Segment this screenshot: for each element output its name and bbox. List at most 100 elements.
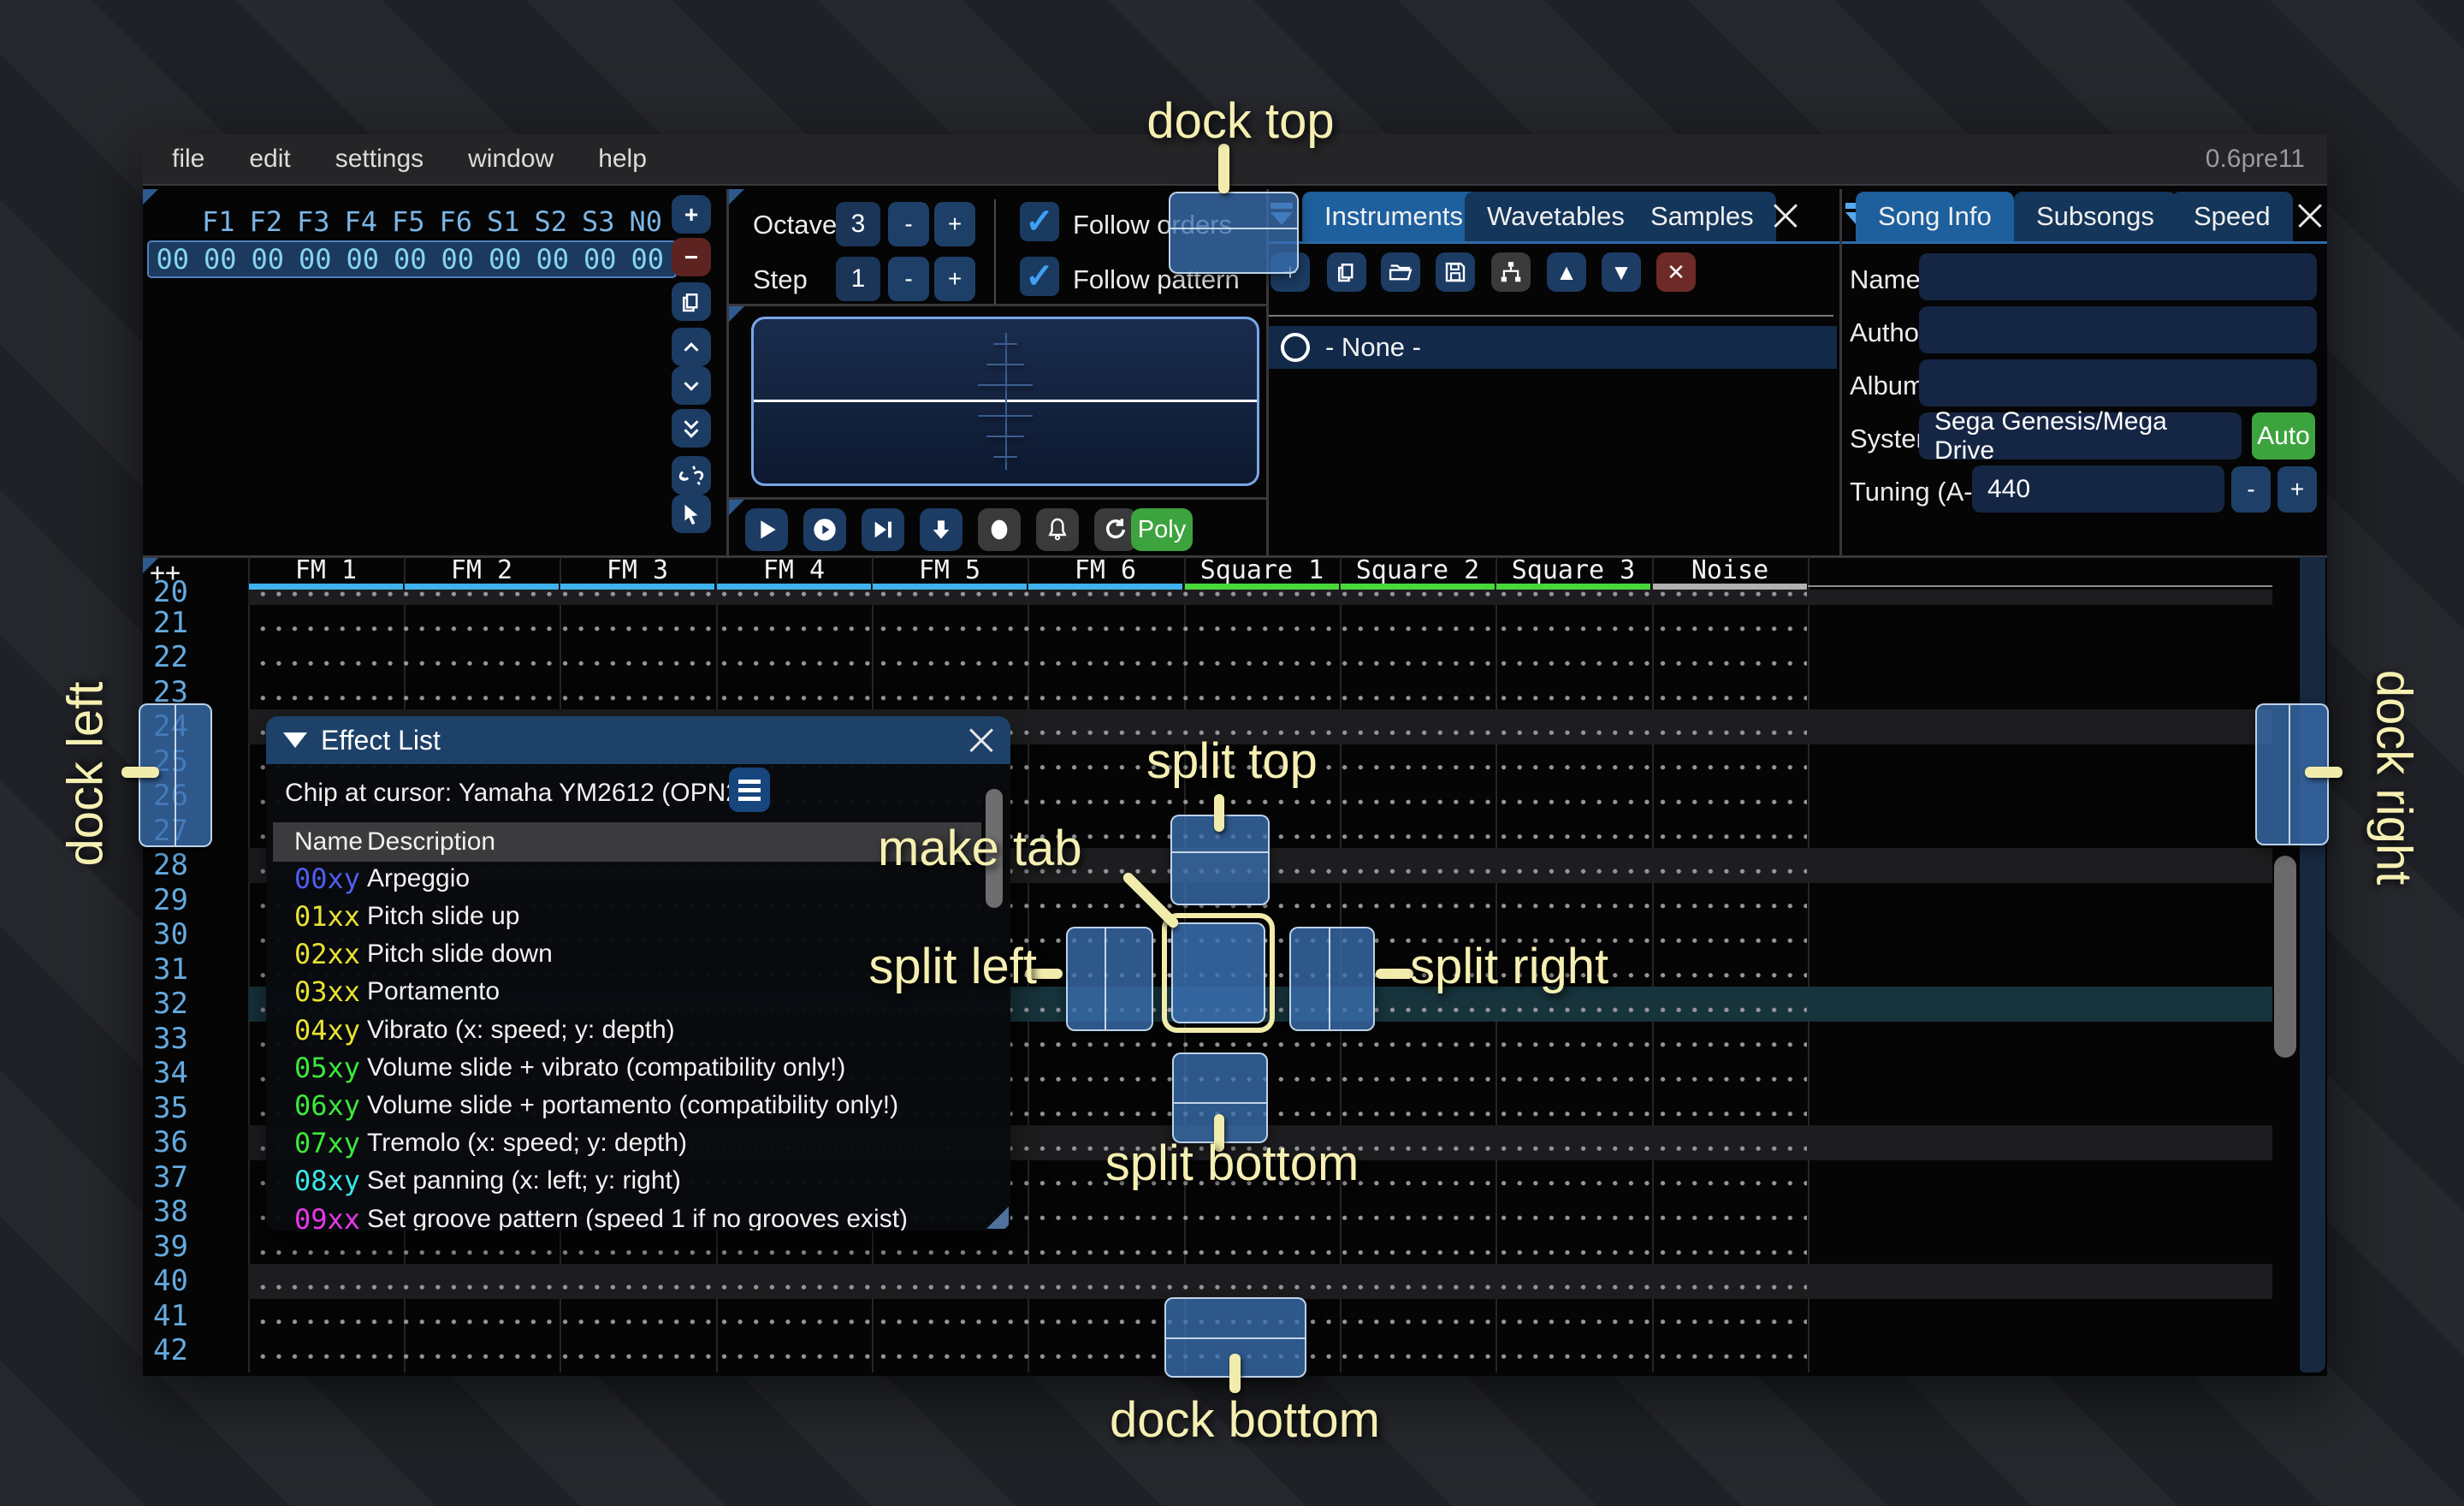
name-field[interactable]	[1919, 253, 2317, 300]
instrument-list-item-none[interactable]: - None -	[1269, 326, 1837, 369]
instrument-save-button[interactable]	[1436, 252, 1475, 292]
pattern-row-number[interactable]: 41	[153, 1299, 239, 1333]
effect-table-header[interactable]: Name Description	[273, 822, 981, 862]
order-add-button[interactable]: +	[672, 195, 711, 234]
effect-row[interactable]: 04xy Vibrato (x: speed; y: depth)	[266, 1011, 1010, 1049]
effect-code: 02xx	[294, 935, 360, 973]
octave-minus-button[interactable]: -	[888, 202, 929, 246]
pattern-row-number[interactable]: 32	[153, 987, 239, 1021]
tab-wavetables[interactable]: Wavetables	[1465, 192, 1647, 241]
pattern-row-number[interactable]: 37	[153, 1160, 239, 1195]
pattern-row-number[interactable]: 35	[153, 1091, 239, 1125]
step-row-button[interactable]	[920, 508, 962, 551]
instrument-toggle-folders-button[interactable]	[1491, 252, 1531, 292]
effect-row[interactable]: 07xy Tremolo (x: speed; y: depth)	[266, 1124, 1010, 1162]
instrument-move-down-button[interactable]: ▼	[1602, 252, 1641, 292]
close-panel-icon[interactable]	[1768, 199, 1803, 233]
collapse-window-icon[interactable]	[283, 732, 307, 748]
metronome-button[interactable]	[1036, 508, 1079, 551]
pattern-row-number[interactable]: 20	[153, 580, 239, 604]
play-button[interactable]	[745, 508, 788, 551]
pattern-row-number[interactable]: 42	[153, 1333, 239, 1359]
octave-plus-button[interactable]: +	[934, 202, 975, 246]
effect-row[interactable]: 05xy Volume slide + vibrato (compatibili…	[266, 1049, 1010, 1087]
order-remove-button[interactable]: −	[672, 238, 711, 276]
split-preview-line	[1166, 1337, 1305, 1339]
auto-system-button[interactable]: Auto	[2252, 412, 2315, 460]
tuning-minus-button[interactable]: -	[2231, 466, 2271, 513]
instrument-open-button[interactable]	[1381, 252, 1420, 292]
tab-samples[interactable]: Samples	[1628, 192, 1776, 241]
pattern-row-number[interactable]: 40	[153, 1264, 239, 1298]
split-target-left[interactable]	[1066, 927, 1153, 1031]
pattern-row-number[interactable]: 30	[153, 917, 239, 952]
tab-subsongs[interactable]: Subsongs	[2014, 192, 2177, 241]
instrument-move-up-button[interactable]: ▲	[1547, 252, 1586, 292]
tab-song-info[interactable]: Song Info	[1856, 192, 2014, 241]
order-move-down-button[interactable]	[672, 366, 711, 405]
split-target-right[interactable]	[1289, 927, 1375, 1031]
order-duplicate-end-button[interactable]	[672, 409, 711, 448]
step-value[interactable]: 1	[836, 257, 880, 301]
menu-window[interactable]: window	[468, 145, 554, 174]
pattern-row-number[interactable]: 39	[153, 1230, 239, 1264]
play-from-cursor-button[interactable]	[862, 508, 904, 551]
pattern-row-number[interactable]: 34	[153, 1056, 239, 1090]
resize-grip[interactable]	[986, 1207, 1009, 1229]
menu-help[interactable]: help	[598, 145, 647, 174]
annotation-tick	[2305, 767, 2343, 778]
step-minus-button[interactable]: -	[888, 257, 929, 301]
pattern-row-number[interactable]: 31	[153, 952, 239, 987]
dock-target-top[interactable]	[1169, 192, 1299, 274]
order-duplicate-button[interactable]	[672, 282, 711, 321]
effect-code: 09xx	[294, 1201, 360, 1230]
step-plus-button[interactable]: +	[934, 257, 975, 301]
effect-list-titlebar[interactable]: Effect List	[266, 716, 1010, 764]
pattern-row-number[interactable]: 33	[153, 1022, 239, 1056]
pattern-scrollbar-track[interactable]	[2300, 557, 2325, 1373]
pattern-row-number[interactable]: 21	[153, 606, 239, 640]
octave-value[interactable]: 3	[836, 202, 880, 246]
effect-row[interactable]: 06xy Volume slide + portamento (compatib…	[266, 1087, 1010, 1124]
tuning-field[interactable]: 440	[1972, 465, 2224, 513]
pattern-row-number[interactable]: 36	[153, 1125, 239, 1159]
close-window-icon[interactable]	[964, 723, 998, 757]
effect-list-menu-button[interactable]	[729, 768, 770, 812]
instrument-delete-button[interactable]: ✕	[1656, 252, 1696, 292]
orders-row-selected[interactable]: 0000 0000 0000 0000 0000 00	[147, 240, 677, 278]
menu-edit[interactable]: edit	[249, 145, 290, 174]
pattern-row-number[interactable]: 38	[153, 1195, 239, 1229]
pattern-scrollbar-thumb[interactable]	[2274, 856, 2296, 1058]
play-pattern-button[interactable]	[803, 508, 846, 551]
instrument-duplicate-button[interactable]	[1327, 252, 1366, 292]
effect-row[interactable]: 01xx Pitch slide up	[266, 898, 1010, 935]
effect-row[interactable]: 09xx Set groove pattern (speed 1 if no g…	[266, 1201, 1010, 1230]
effect-row[interactable]: 08xy Set panning (x: left; y: right)	[266, 1162, 1010, 1200]
poly-button[interactable]: Poly	[1131, 508, 1193, 551]
menu-file[interactable]: file	[172, 145, 204, 174]
tuning-plus-button[interactable]: +	[2277, 466, 2317, 513]
author-field[interactable]	[1919, 306, 2317, 353]
make-tab-target[interactable]	[1162, 913, 1275, 1033]
divider	[994, 199, 996, 305]
menu-settings[interactable]: settings	[335, 145, 424, 174]
album-field[interactable]	[1919, 359, 2317, 406]
panel-divider[interactable]	[1839, 189, 1842, 555]
oscilloscope[interactable]	[751, 317, 1259, 486]
record-button[interactable]	[978, 508, 1021, 551]
pattern-row-number[interactable]: 29	[153, 883, 239, 917]
close-panel-icon[interactable]	[2293, 199, 2327, 233]
column-description[interactable]: Description	[367, 822, 495, 862]
orders-channel-header: F1 F2 F3 F4 F5 F6 S1 S2 S3 N0	[147, 205, 670, 238]
order-deep-clone-button[interactable]	[672, 456, 711, 495]
order-move-up-button[interactable]	[672, 328, 711, 366]
tab-speed[interactable]: Speed	[2171, 192, 2293, 241]
follow-pattern-checkbox[interactable]: ✓	[1020, 257, 1059, 296]
pattern-row-number[interactable]: 28	[153, 848, 239, 882]
order-edit-mode-button[interactable]	[672, 495, 711, 533]
system-field[interactable]: Sega Genesis/Mega Drive	[1919, 412, 2242, 460]
pattern-row-number[interactable]: 22	[153, 640, 239, 674]
tab-instruments[interactable]: Instruments	[1302, 192, 1485, 241]
column-name[interactable]: Name	[294, 822, 363, 862]
follow-orders-checkbox[interactable]: ✓	[1020, 202, 1059, 241]
